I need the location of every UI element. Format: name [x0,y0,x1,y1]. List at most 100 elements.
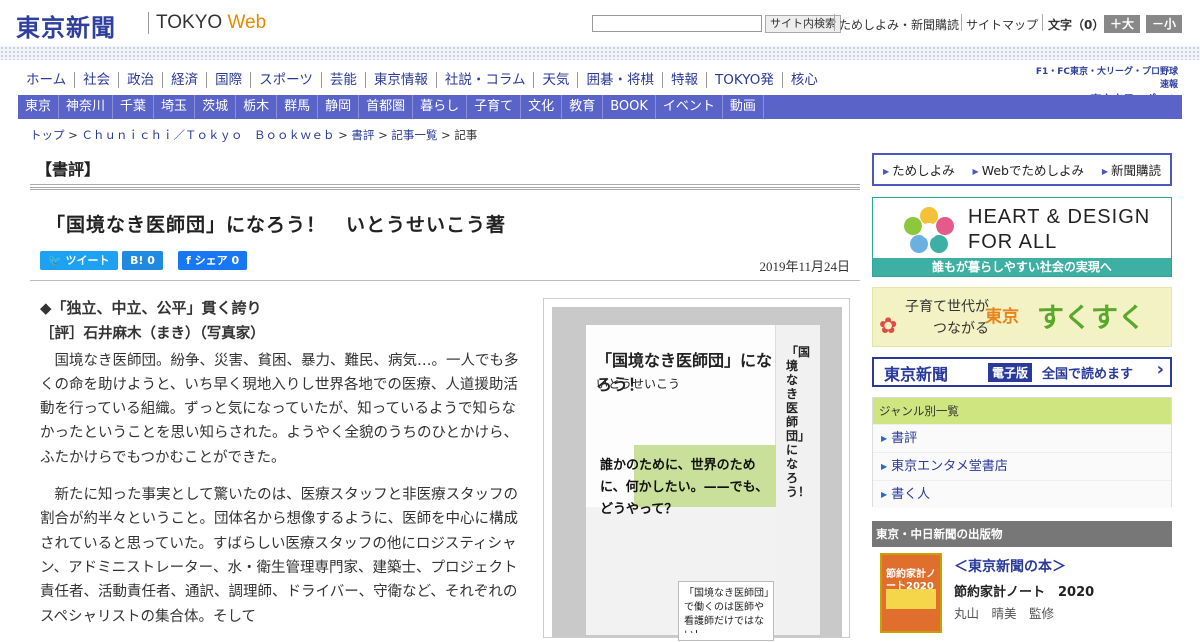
trial-subscribe-link[interactable]: ためしよみ・新聞購読 [839,16,959,33]
share-label: シェア 0 [194,254,240,267]
book-spine: 「国境なき医師団」になろう！ [776,325,820,635]
region-nav-item[interactable]: 首都圏 [359,95,414,119]
nav-item[interactable]: 政治 [119,72,164,88]
region-nav-item[interactable]: 文化 [521,95,563,119]
sitemap-link[interactable]: サイトマップ [966,16,1038,33]
cover-author: いとうせいこう [596,377,681,391]
nav-item[interactable]: 国際 [207,72,252,88]
genre-item[interactable]: 書く人 [873,480,1171,508]
nav-item[interactable]: 核心 [783,72,826,88]
nav-item[interactable]: 経済 [163,72,208,88]
web-trial-read-link[interactable]: Webでためしよみ [973,160,1084,179]
article-reviewer: ［評］石井麻木（まき）（写真家） [40,326,265,343]
region-nav-item[interactable]: 千葉 [113,95,155,119]
breadcrumb-sep: > [68,128,78,142]
region-nav-item[interactable]: 東京 [18,95,60,119]
facebook-share-button[interactable]: f シェア 0 [178,251,248,270]
subscribe-link[interactable]: 新聞購読 [1102,160,1161,179]
book-front-cover: 「国境なき医師団」になろう！ いとうせいこう 誰かのために、世界のために、何かし… [586,325,776,641]
sukusuku-line1: 子育て世代が [905,299,989,315]
region-nav-item[interactable]: 暮らし [413,95,468,119]
nav-item[interactable]: 芸能 [322,72,366,88]
region-nav-item[interactable]: 栃木 [236,95,278,119]
article-paragraph: 新たに知った事実として驚いたのは、医療スタッフと非医療スタッフの割合が約半々とい… [40,487,519,625]
publication-cover: 節約家計ノート2020 [880,553,942,633]
publication-series[interactable]: ＜東京新聞の本＞ [954,556,1066,576]
breadcrumb-review[interactable]: 書評 [351,128,374,142]
article-headline: 「国境なき医師団」になろう！ いとうせいこう著 [46,214,507,236]
nav-item[interactable]: 社説・コラム [437,72,535,88]
region-nav-item[interactable]: 子育て [467,95,522,119]
cover-band-text: 「国境なき医師団」で働くのは医師や看護師だけではない！ [684,588,769,633]
heart-design-line1: HEART & DESIGN [968,206,1151,228]
font-larger-button[interactable]: ＋大 [1104,15,1140,33]
region-nav-item[interactable]: 静岡 [318,95,360,119]
region-nav-item[interactable]: BOOK [603,95,656,119]
tokyo-web-b: Web [227,12,267,33]
nav-item[interactable]: スポーツ [251,72,322,88]
breadcrumb-list[interactable]: 記事一覧 [391,128,437,142]
nav-item[interactable]: 囲碁・将棋 [578,72,663,88]
region-nav-item[interactable]: 神奈川 [59,95,114,119]
flower-icon: ✿ [879,314,898,339]
region-nav-item[interactable]: イベント [656,95,723,119]
nav-item[interactable]: 東京情報 [366,72,437,88]
region-nav-item[interactable]: 埼玉 [154,95,196,119]
tokyo-web-logo[interactable]: TOKYO Web [156,12,266,34]
site-search-input[interactable] [592,15,762,32]
publication-item[interactable]: 節約家計ノート2020 ＜東京新聞の本＞ 節約家計ノート 2020 丸山 晴美 … [872,553,1172,633]
font-smaller-button[interactable]: －小 [1146,15,1182,33]
chevron-right-icon: › [1156,359,1164,380]
heart-design-caption: 誰もが暮らしやすい社会の実現へ [873,258,1171,276]
publication-cover-title: 節約家計ノート2020 [886,569,936,592]
tokyo-sukusuku-banner[interactable]: ✿ 子育て世代が つながる 東京 すくすく [872,287,1172,347]
region-nav-item[interactable]: 教育 [562,95,604,119]
sukusuku-line2: つながる [933,321,989,337]
genre-list-header: ジャンル別一覧 [873,398,1171,424]
publications-header: 東京・中日新聞の出版物 [872,521,1172,547]
breadcrumb-top[interactable]: トップ [30,128,65,142]
header-pattern-band [0,46,1200,60]
nav-item[interactable]: 社会 [75,72,120,88]
nav-item[interactable]: 特報 [663,72,707,88]
heart-design-banner[interactable]: HEART & DESIGN FOR ALL 誰もが暮らしやすい社会の実現へ [872,197,1172,277]
hatena-bookmark-button[interactable]: B! 0 [122,251,163,270]
article-paragraph: 国境なき医師団。紛争、災害、貧困、暴力、難民、病気…。一人でも多くの命を助けよう… [40,352,519,466]
article-date: 2019年11月24日 [759,259,850,274]
article-divider [30,280,860,281]
breadcrumb-bookweb[interactable]: Ｃｈｕｎｉｃｈｉ／Ｔｏｋｙｏ Ｂｏｏｋｗｅｂ [81,128,334,142]
tweet-label: ツイート [65,254,110,267]
publication-title[interactable]: 節約家計ノート 2020 [954,581,1094,600]
site-search-button[interactable]: サイト内検索 [765,15,841,33]
genre-item[interactable]: 書評 [873,424,1171,452]
publication-author: 丸山 晴美 監修 [954,606,1055,621]
facebook-icon: f [186,254,195,267]
tokyo-web-a: TOKYO [156,12,223,33]
font-size-label: 文字（0） [1048,18,1105,32]
nav-item[interactable]: 天気 [534,72,579,88]
region-nav-item[interactable]: 動画 [723,95,764,119]
genre-item[interactable]: 東京エンタメ堂書店 [873,452,1171,480]
nav-item[interactable]: TOKYO発 [707,72,783,88]
breadcrumb: トップ > Ｃｈｕｎｉｃｈｉ／Ｔｏｋｙｏ Ｂｏｏｋｗｅｂ > 書評 > 記事一覧… [30,127,477,143]
spine-title: 「国境なき医師団」になろう！ [786,345,811,499]
region-nav-item[interactable]: 群馬 [277,95,319,119]
genre-list: ジャンル別一覧 書評 東京エンタメ堂書店 書く人 [872,397,1172,508]
tweet-button[interactable]: 🐦 ツイート [40,251,118,270]
section-divider [30,184,860,190]
article-subhead: ◆「独立、中立、公平」貫く誇り [40,299,262,317]
digital-edition-logo: 東京新聞 [884,365,949,384]
region-nav-item[interactable]: 茨城 [195,95,237,119]
site-logo[interactable]: 東京新聞 [16,8,116,43]
breadcrumb-sep: > [338,128,348,142]
nav-item[interactable]: ホーム [18,72,76,88]
logo-divider [148,12,149,34]
sukusuku-tokyo: 東京 [985,307,1019,327]
digital-edition-banner[interactable]: 東京新聞 電子版 全国で読めます › [872,357,1172,387]
digital-edition-text: 全国で読めます [1042,367,1134,382]
breadcrumb-sep: > [441,128,451,142]
header-divider [1042,14,1043,31]
twitter-icon: 🐦 [48,254,66,267]
breadcrumb-sep: > [378,128,388,142]
trial-read-link[interactable]: ためしよみ [883,160,955,179]
